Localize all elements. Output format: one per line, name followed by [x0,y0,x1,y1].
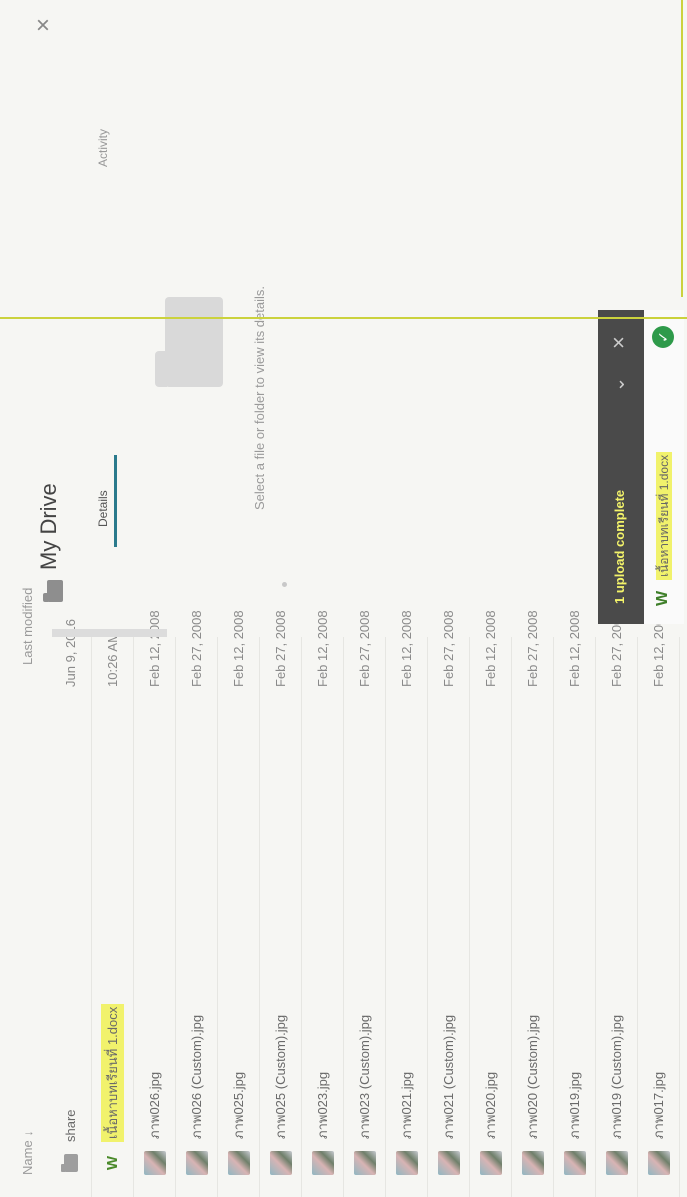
image-thumbnail-icon [647,1151,670,1175]
last-modified: 10:26 AM [105,632,120,687]
margin-line [0,317,687,319]
file-name: ภาพ026.jpg [147,1071,162,1139]
folder-icon [47,580,63,602]
file-name: ภาพ020.jpg [483,1071,498,1139]
file-name: ภาพ020 (Custom).jpg [525,1014,540,1139]
file-name-cell: W เนื้อหาบทเรียนที่ 1.docx [92,1003,133,1175]
word-doc-icon: W [104,1155,121,1171]
image-thumbnail-icon [353,1151,376,1175]
image-thumbnail-icon [269,1151,292,1175]
file-row[interactable]: ภาพ019 (Custom).jpg Feb 27, 2008 [596,610,638,1197]
file-name: ภาพ019.jpg [567,1071,582,1139]
image-thumbnail-icon [395,1151,418,1175]
file-name: ภาพ025.jpg [231,1071,246,1139]
upload-item[interactable]: W เนื้อหาบทเรียนที่ 1.docx ✓ [644,310,684,624]
file-row[interactable]: ภาพ026 (Custom).jpg Feb 27, 2008 [176,610,218,1197]
close-panel-icon[interactable]: × [30,18,58,32]
name-column-header[interactable]: Name ↓ [20,1130,35,1175]
file-row[interactable]: ภาพ019.jpg Feb 12, 2008 [554,610,596,1197]
image-thumbnail-icon [185,1151,208,1175]
image-thumbnail-icon [143,1151,166,1175]
file-name: เนื้อหาบทเรียนที่ 1.docx [101,1003,124,1142]
file-row[interactable]: ภาพ025.jpg Feb 12, 2008 [218,610,260,1197]
image-thumbnail-icon [227,1151,250,1175]
file-name-cell: ภาพ021.jpg [386,1072,427,1175]
image-thumbnail-icon [521,1151,544,1175]
file-row[interactable]: share Jun 9, 2016 [50,619,92,1197]
file-row[interactable]: ภาพ023.jpg Feb 12, 2008 [302,610,344,1197]
check-icon: ✓ [652,326,674,348]
upload-toast: 1 upload complete ⌄ × W เนื้อหาบทเรียนที… [598,310,684,624]
folder-icon [63,1154,78,1172]
file-name-cell: ภาพ025 (Custom).jpg [260,1015,301,1175]
file-row[interactable]: ภาพ025 (Custom).jpg Feb 27, 2008 [260,610,302,1197]
image-thumbnail-icon [479,1151,502,1175]
file-name: ภาพ019 (Custom).jpg [609,1014,624,1139]
file-name-cell: ภาพ026.jpg [134,1072,175,1175]
tab-details[interactable]: Details [96,490,110,527]
panel-title: My Drive [36,483,61,570]
empty-folder-illustration-icon [165,297,223,387]
file-row[interactable]: ภาพ020.jpg Feb 12, 2008 [470,610,512,1197]
upload-status-text: 1 upload complete [612,489,627,604]
panel-resize-handle[interactable] [52,629,167,637]
list-header: Name↓ Last modified [12,588,44,1175]
file-row[interactable]: ภาพ017.jpg Feb 12, 2008 [638,610,680,1197]
file-row[interactable]: ภาพ021.jpg Feb 12, 2008 [386,610,428,1197]
details-panel: My Drive Details Activity × Select a fil… [0,0,687,637]
file-name: ภาพ021 (Custom).jpg [441,1014,456,1139]
sort-arrow-icon: ↓ [21,1130,35,1137]
drive-screen: Name↓ Last modified share Jun 9, 2016 W เนื… [0,0,687,1197]
file-name: ภาพ023.jpg [315,1071,330,1139]
details-hint: Select a file or folder to view its deta… [252,286,267,510]
word-doc-icon: W [654,590,671,606]
file-row[interactable]: W เนื้อหาบทเรียนที่ 1.docx 10:26 AM [92,632,134,1197]
uploaded-file-name: เนื้อหาบทเรียนที่ 1.docx [655,451,674,580]
image-thumbnail-icon [563,1151,586,1175]
margin-line [681,0,683,297]
file-name-cell: ภาพ023.jpg [302,1072,343,1175]
file-name: share [63,1109,78,1142]
file-name-cell: ภาพ026 (Custom).jpg [176,1015,217,1175]
file-name-cell: ภาพ019 (Custom).jpg [596,1015,637,1175]
chevron-down-icon[interactable]: ⌄ [608,377,629,392]
tab-activity[interactable]: Activity [96,129,110,167]
file-name-cell: share [50,1109,91,1175]
upload-toast-header: 1 upload complete ⌄ × [598,310,644,624]
file-row[interactable]: ภาพ023 (Custom).jpg Feb 27, 2008 [344,610,386,1197]
file-name: ภาพ017.jpg [651,1071,666,1139]
image-thumbnail-icon [437,1151,460,1175]
file-name-cell: ภาพ023 (Custom).jpg [344,1015,385,1175]
loading-dot [282,582,287,587]
active-tab-indicator [114,455,117,547]
image-thumbnail-icon [605,1151,628,1175]
file-name: ภาพ023 (Custom).jpg [357,1014,372,1139]
file-name-cell: ภาพ017.jpg [638,1072,679,1175]
file-list: Name↓ Last modified share Jun 9, 2016 W เนื… [0,588,687,1197]
file-name-cell: ภาพ020.jpg [470,1072,511,1175]
file-row[interactable]: ภาพ026.jpg Feb 12, 2008 [134,610,176,1197]
file-name-cell: ภาพ021 (Custom).jpg [428,1015,469,1175]
image-thumbnail-icon [311,1151,334,1175]
file-row[interactable]: ภาพ021 (Custom).jpg Feb 27, 2008 [428,610,470,1197]
file-name: ภาพ021.jpg [399,1071,414,1139]
file-name: ภาพ025 (Custom).jpg [273,1014,288,1139]
file-name-cell: ภาพ025.jpg [218,1072,259,1175]
close-icon[interactable]: × [606,336,632,349]
name-column-label: Name [20,1140,35,1175]
file-name-cell: ภาพ020 (Custom).jpg [512,1015,553,1175]
file-row[interactable]: ภาพ020 (Custom).jpg Feb 27, 2008 [512,610,554,1197]
file-name: ภาพ026 (Custom).jpg [189,1014,204,1139]
file-name-cell: ภาพ019.jpg [554,1072,595,1175]
